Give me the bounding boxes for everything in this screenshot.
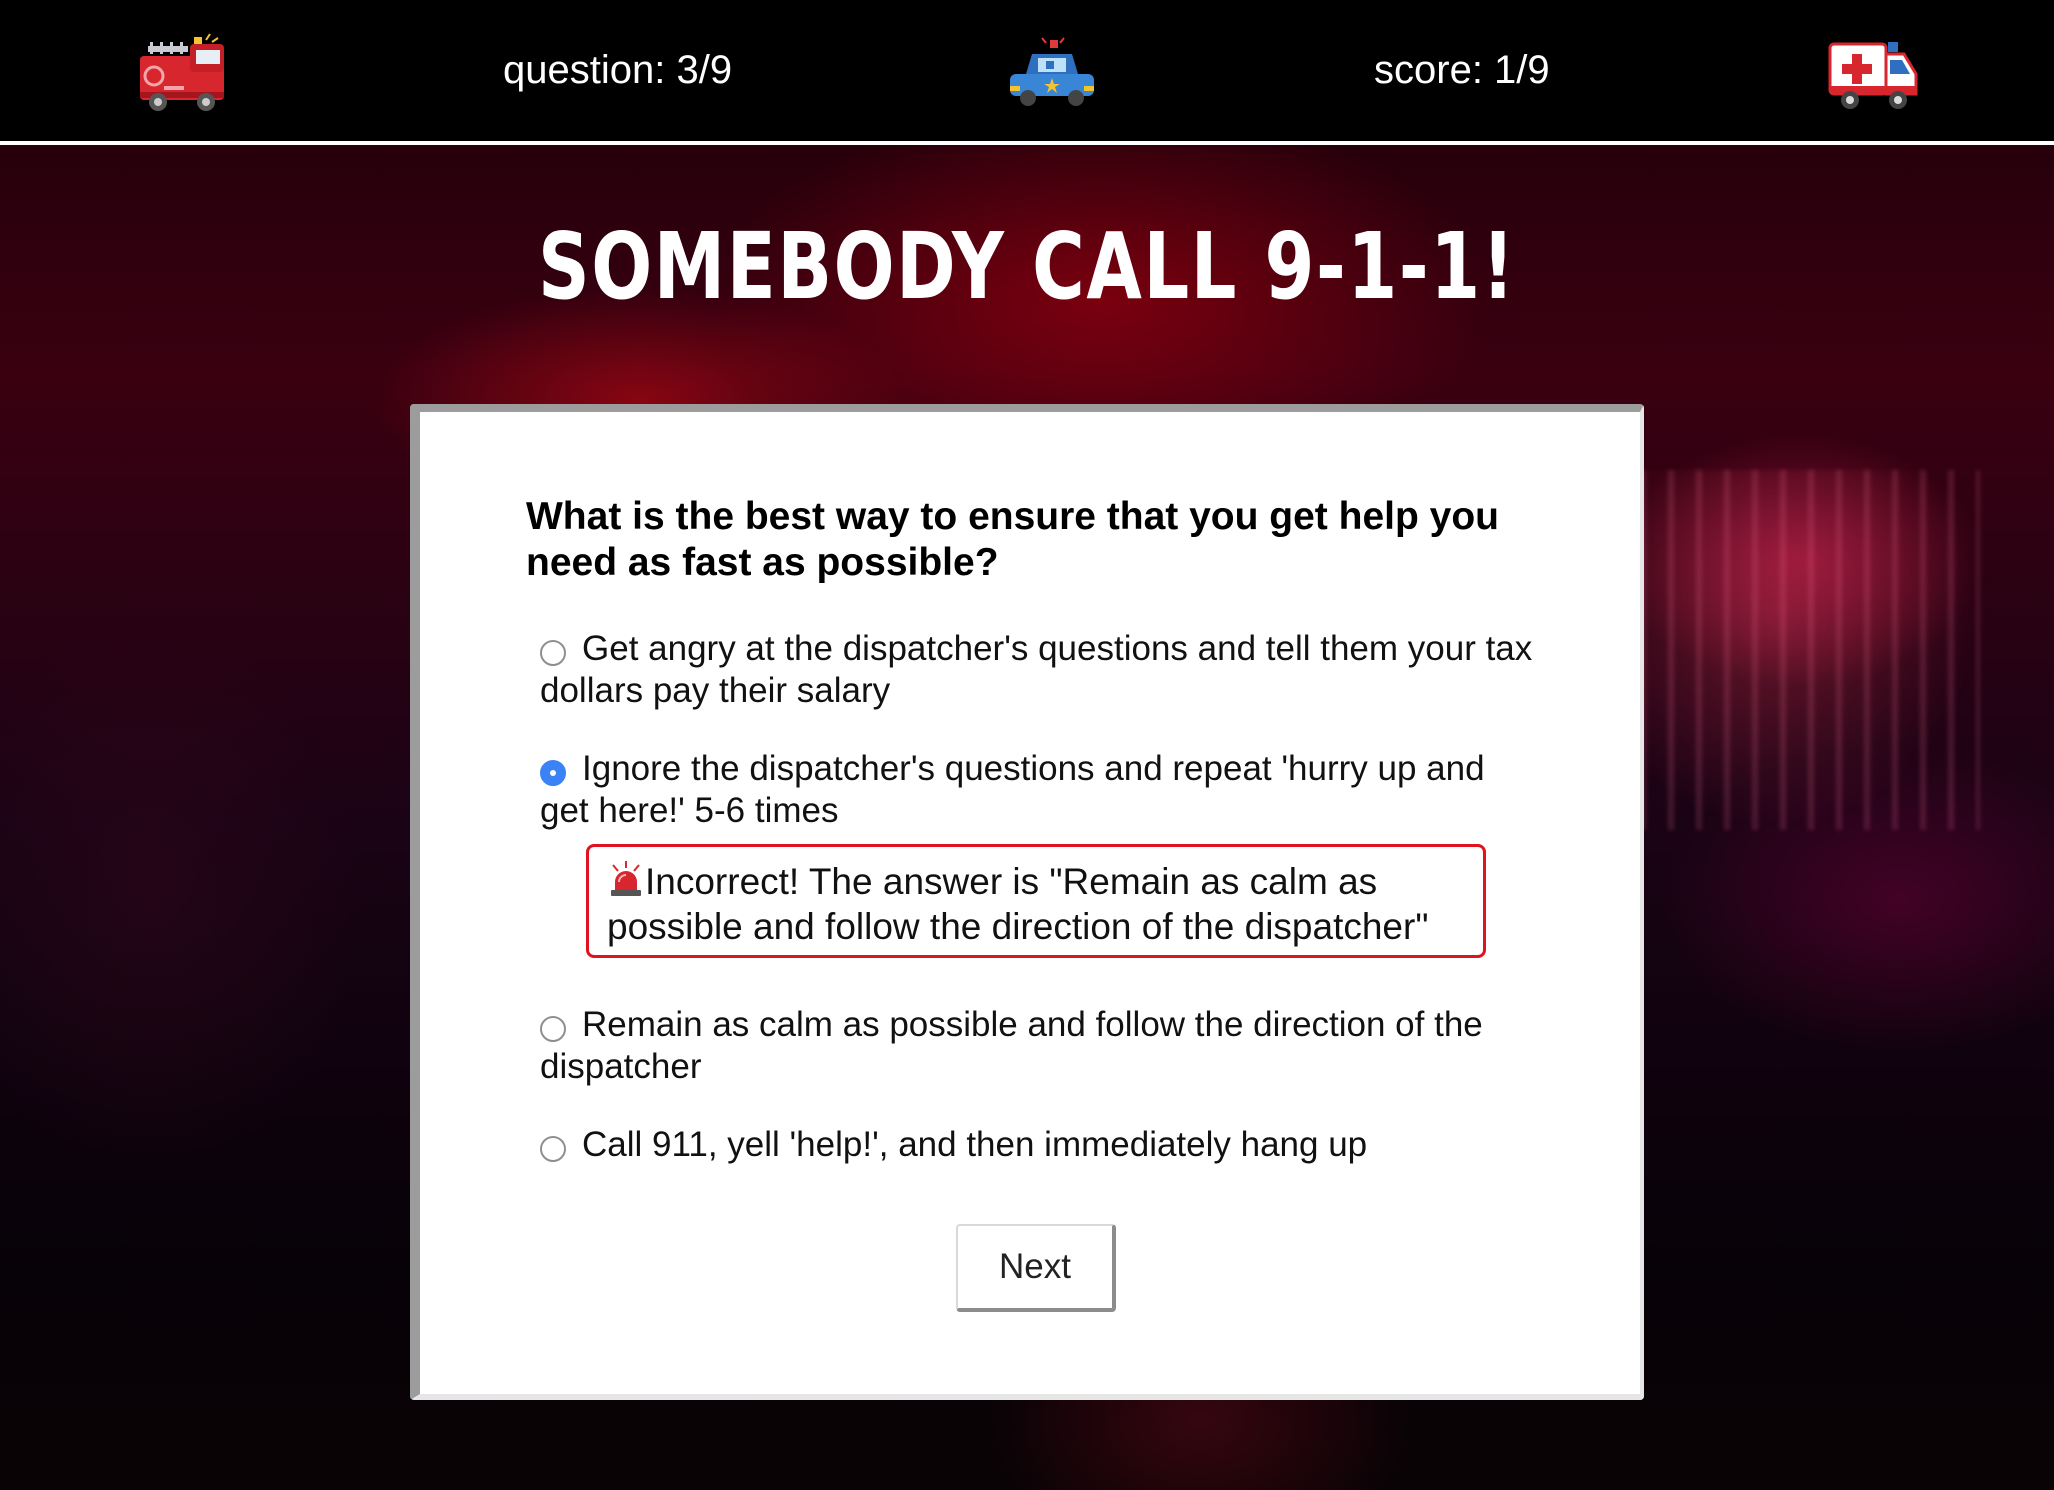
next-button[interactable]: Next <box>956 1224 1116 1312</box>
feedback-text: Incorrect! The answer is "Remain as calm… <box>607 861 1429 947</box>
quiz-card: What is the best way to ensure that you … <box>410 404 1644 1400</box>
siren-icon <box>607 860 645 898</box>
option-label: Ignore the dispatcher's questions and re… <box>540 749 1485 830</box>
background-lights <box>1640 470 1980 830</box>
radio-button[interactable] <box>540 640 566 666</box>
radio-button[interactable] <box>540 1016 566 1042</box>
option-label: Call 911, yell 'help!', and then immedia… <box>582 1125 1368 1164</box>
answer-option-4[interactable]: Call 911, yell 'help!', and then immedia… <box>540 1124 1540 1166</box>
option-label: Get angry at the dispatcher's questions … <box>540 629 1533 710</box>
question-text: What is the best way to ensure that you … <box>526 495 1499 584</box>
score-display: score: 1/9 <box>1374 48 1550 92</box>
answer-option-1[interactable]: Get angry at the dispatcher's questions … <box>540 628 1540 712</box>
ambulance-icon <box>1826 30 1922 114</box>
page-title: SOMEBODY CALL 9-1-1! <box>537 213 1517 320</box>
question-counter: question: 3/9 <box>503 48 733 92</box>
answer-option-3[interactable]: Remain as calm as possible and follow th… <box>540 1004 1540 1088</box>
radio-button[interactable] <box>540 1136 566 1162</box>
police-car-icon <box>1004 30 1100 114</box>
option-label: Remain as calm as possible and follow th… <box>540 1005 1483 1086</box>
fire-engine-icon <box>134 30 230 114</box>
feedback-message: Incorrect! The answer is "Remain as calm… <box>586 844 1486 958</box>
answer-option-2[interactable]: Ignore the dispatcher's questions and re… <box>540 748 1540 832</box>
top-bar: question: 3/9 score: 1/9 <box>0 0 2054 145</box>
radio-button-selected[interactable] <box>540 760 566 786</box>
